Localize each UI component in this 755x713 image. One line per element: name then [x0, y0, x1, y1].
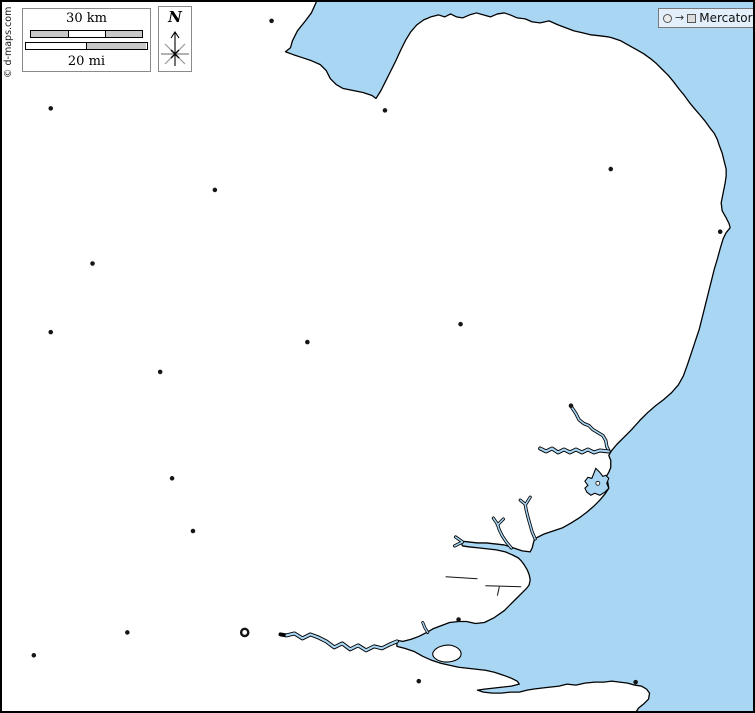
- town-marker: [157, 369, 163, 375]
- town-marker: [190, 528, 196, 534]
- scale-km-label: 30 km: [66, 11, 107, 26]
- projection-badge: → Mercator: [658, 8, 753, 28]
- town-marker: [456, 617, 461, 622]
- town-marker: [169, 476, 175, 481]
- scale-km-bar: [30, 30, 143, 38]
- projection-circle-icon: [663, 13, 672, 23]
- town-marker: [608, 166, 614, 172]
- town-marker: [305, 339, 310, 345]
- mersea-island: [432, 644, 462, 663]
- scale-km-segment: [105, 31, 142, 37]
- hamford-creeks: [445, 576, 522, 596]
- town-marker: [717, 229, 723, 234]
- town-marker: [382, 108, 388, 113]
- sea: [285, 2, 753, 711]
- town-marker: [458, 321, 463, 327]
- alde-estuary: [584, 467, 610, 496]
- river-blackwater: [278, 631, 399, 653]
- river-blyth: [538, 406, 611, 455]
- town-marker: [269, 18, 274, 24]
- town-marker: [48, 329, 54, 335]
- town-marker: [633, 679, 638, 685]
- county-town-marker: [239, 627, 250, 638]
- scale-box: 30 km 20 mi: [22, 8, 151, 72]
- town-marker: [48, 106, 54, 111]
- copyright-text: © d-maps.com: [3, 6, 14, 78]
- scale-mi-segment: [86, 43, 146, 49]
- town-marker: [90, 261, 95, 266]
- north-arrow-icon: [161, 31, 189, 66]
- projection-square-icon: [687, 13, 697, 23]
- town-marker: [416, 678, 422, 684]
- scale-km-segment: [31, 31, 68, 37]
- map-frame: 30 km 20 mi N © d-maps.com → Mercator: [0, 0, 755, 713]
- scale-km-segment: [68, 31, 105, 37]
- town-marker: [568, 403, 574, 409]
- town-marker: [212, 187, 218, 193]
- river-colne: [421, 621, 430, 634]
- projection-label: Mercator: [699, 11, 753, 25]
- town-marker: [125, 630, 130, 635]
- town-marker: [31, 653, 37, 658]
- map-canvas: [31, 2, 753, 711]
- north-label: N: [168, 8, 182, 26]
- compass-box: N: [158, 6, 192, 72]
- scale-mi-segment: [26, 43, 86, 49]
- river-deben: [518, 495, 537, 541]
- projection-arrow-icon: →: [675, 11, 685, 24]
- scale-mi-bar: [25, 42, 148, 50]
- scale-mi-label: 20 mi: [67, 54, 106, 69]
